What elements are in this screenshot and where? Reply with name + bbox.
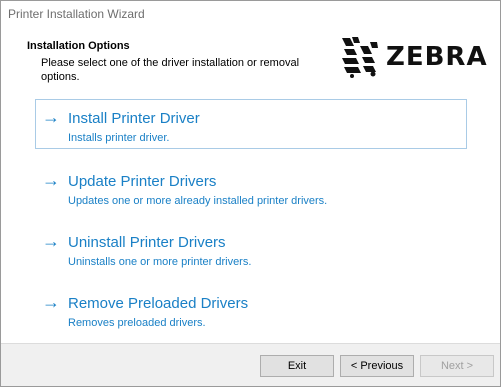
arrow-right-icon: →	[42, 170, 60, 190]
wizard-footer: Exit < Previous Next >	[1, 343, 500, 386]
section-heading: Installation Options	[27, 40, 130, 52]
arrow-right-icon: →	[42, 107, 60, 127]
next-button: Next >	[420, 355, 494, 377]
option-label[interactable]: Uninstall Printer Drivers	[68, 234, 226, 251]
previous-button[interactable]: < Previous	[340, 355, 414, 377]
arrow-right-icon: →	[42, 231, 60, 251]
logo-wordmark: ZEBRA	[386, 42, 488, 72]
option-install-printer-driver[interactable]: → Install Printer Driver Installs printe…	[35, 99, 467, 149]
wizard-header: Installation Options Please select one o…	[1, 28, 500, 90]
option-description: Removes preloaded drivers.	[68, 317, 206, 329]
arrow-right-icon: →	[42, 292, 60, 312]
window-title: Printer Installation Wizard	[8, 7, 145, 21]
option-description: Updates one or more already installed pr…	[68, 195, 328, 207]
zebra-head-icon	[342, 37, 378, 78]
option-label[interactable]: Update Printer Drivers	[68, 173, 216, 190]
option-description: Installs printer driver.	[68, 132, 170, 144]
option-description: Uninstalls one or more printer drivers.	[68, 256, 252, 268]
option-uninstall-printer-drivers[interactable]: → Uninstall Printer Drivers Uninstalls o…	[35, 223, 467, 273]
zebra-logo: ZEBRA	[340, 33, 495, 81]
wizard-window: Printer Installation Wizard Installation…	[0, 0, 501, 387]
option-label[interactable]: Remove Preloaded Drivers	[68, 295, 248, 312]
option-update-printer-drivers[interactable]: → Update Printer Drivers Updates one or …	[35, 162, 467, 212]
option-remove-preloaded-drivers[interactable]: → Remove Preloaded Drivers Removes prelo…	[35, 284, 467, 334]
section-description: Please select one of the driver installa…	[41, 57, 300, 83]
title-bar: Printer Installation Wizard	[1, 1, 500, 28]
exit-button[interactable]: Exit	[260, 355, 334, 377]
option-label[interactable]: Install Printer Driver	[68, 110, 200, 127]
